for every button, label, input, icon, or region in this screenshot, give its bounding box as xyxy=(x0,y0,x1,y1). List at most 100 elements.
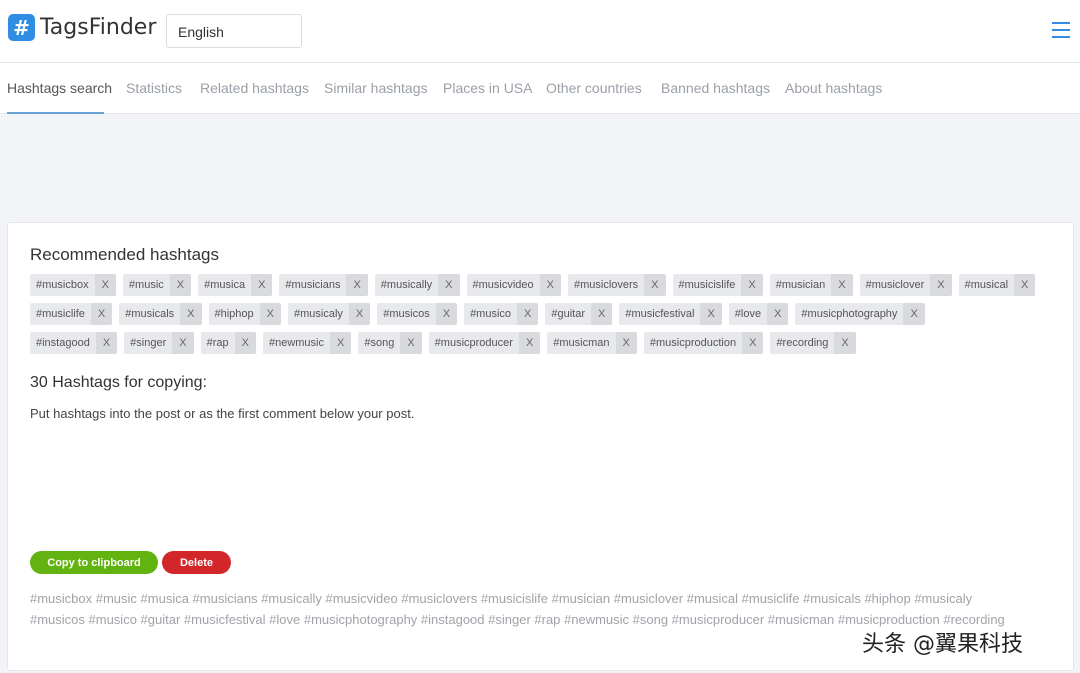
remove-hashtag-button[interactable]: X xyxy=(518,332,541,354)
nav-tabs: Hashtags search Statistics Related hasht… xyxy=(0,63,1080,114)
remove-hashtag-button[interactable]: X xyxy=(251,274,273,296)
remove-hashtag-button[interactable]: X xyxy=(234,332,256,354)
hashtag-chip-label[interactable]: #musicbox xyxy=(30,274,95,296)
hash-logo-icon: # xyxy=(8,14,35,41)
hashtag-chip-label[interactable]: #singer xyxy=(124,332,173,354)
hashtag-output-text[interactable]: #musicbox #music #musica #musicians #mus… xyxy=(30,589,1030,630)
hashtag-chip: #musicphotography X xyxy=(795,303,925,325)
hashtag-chip: #musicproduction X xyxy=(643,332,764,354)
hashtag-chip: #musicals X xyxy=(119,303,202,325)
language-select[interactable]: English xyxy=(166,14,302,48)
hashtag-chip: #musico X xyxy=(464,303,539,325)
top-bar: # TagsFinder English xyxy=(0,0,1080,63)
hashtag-chip: #musicfestival X xyxy=(619,303,722,325)
hashtag-chip-label[interactable]: #musicians xyxy=(279,274,347,296)
hashtag-chip-label[interactable]: #love xyxy=(728,303,768,325)
hashtag-chip-label[interactable]: #musicproducer xyxy=(428,332,519,354)
remove-hashtag-button[interactable]: X xyxy=(930,274,952,296)
hashtag-chip-label[interactable]: #instagood xyxy=(30,332,96,354)
hashtag-chip-label[interactable]: #song xyxy=(358,332,401,354)
hashtag-chip-label[interactable]: #musicaly xyxy=(288,303,349,325)
logo[interactable]: # TagsFinder xyxy=(8,14,156,41)
hashtag-chip-label[interactable]: #musiclovers xyxy=(567,274,645,296)
tab-other-countries[interactable]: Other countries xyxy=(546,80,642,96)
hashtag-chip-label[interactable]: #rap xyxy=(200,332,235,354)
remove-hashtag-button[interactable]: X xyxy=(615,332,637,354)
hashtag-chip-label[interactable]: #musico xyxy=(464,303,518,325)
remove-hashtag-button[interactable]: X xyxy=(94,274,116,296)
hashtag-chip-label[interactable]: #musicphotography xyxy=(795,303,904,325)
tab-banned-hashtags[interactable]: Banned hashtags xyxy=(661,80,770,96)
remove-hashtag-button[interactable]: X xyxy=(767,303,789,325)
remove-hashtag-button[interactable]: X xyxy=(346,274,368,296)
copy-to-clipboard-button[interactable]: Copy to clipboard xyxy=(30,551,158,574)
instruction-text: Put hashtags into the post or as the fir… xyxy=(30,406,415,421)
remove-hashtag-button[interactable]: X xyxy=(831,274,853,296)
remove-hashtag-button[interactable]: X xyxy=(400,332,422,354)
hashtag-chip: #instagood X xyxy=(30,332,118,354)
tab-similar-hashtags[interactable]: Similar hashtags xyxy=(324,80,428,96)
hashtag-chip: #musicos X xyxy=(377,303,458,325)
hashtag-chip: #recording X xyxy=(770,332,856,354)
remove-hashtag-button[interactable]: X xyxy=(1014,274,1036,296)
hashtag-chip-label[interactable]: #musicals xyxy=(119,303,181,325)
hashtag-chip-label[interactable]: #musicos xyxy=(377,303,436,325)
hashtag-chip: #musicians X xyxy=(279,274,368,296)
delete-button[interactable]: Delete xyxy=(162,551,231,574)
hashtag-chip-label[interactable]: #musica xyxy=(198,274,252,296)
copy-title: 30 Hashtags for copying: xyxy=(30,374,207,391)
hashtag-chip: #musicbox X xyxy=(30,274,116,296)
remove-hashtag-button[interactable]: X xyxy=(169,274,192,296)
hashtag-chip-label[interactable]: #recording xyxy=(770,332,835,354)
hashtag-chip-label[interactable]: #hiphop xyxy=(208,303,260,325)
tag-row: #instagood X #singer X #rap X #newmusic X #song X… xyxy=(30,332,1060,354)
hashtag-chip-label[interactable]: #guitar xyxy=(545,303,592,325)
hashtag-chip-label[interactable]: #musical xyxy=(958,274,1015,296)
hashtag-chip-label[interactable]: #musicman xyxy=(547,332,616,354)
tab-related-hashtags[interactable]: Related hashtags xyxy=(200,80,309,96)
hashtag-chip: #musician X xyxy=(769,274,853,296)
remove-hashtag-button[interactable]: X xyxy=(644,274,666,296)
active-tab-indicator xyxy=(7,112,104,114)
remove-hashtag-button[interactable]: X xyxy=(834,332,856,354)
tab-hashtags-search[interactable]: Hashtags search xyxy=(7,80,112,96)
hashtag-chip: #musiclover X xyxy=(859,274,952,296)
remove-hashtag-button[interactable]: X xyxy=(95,332,118,354)
remove-hashtag-button[interactable]: X xyxy=(330,332,352,354)
remove-hashtag-button[interactable]: X xyxy=(438,274,460,296)
remove-hashtag-button[interactable]: X xyxy=(517,303,539,325)
hashtag-chip-label[interactable]: #musician xyxy=(769,274,832,296)
hashtag-chip-label[interactable]: #newmusic xyxy=(262,332,330,354)
hashtag-chip-label[interactable]: #musically xyxy=(374,274,439,296)
hashtag-chip: #rap X xyxy=(200,332,256,354)
hashtag-chip-label[interactable]: #musiclover xyxy=(859,274,931,296)
remove-hashtag-button[interactable]: X xyxy=(903,303,925,325)
remove-hashtag-button[interactable]: X xyxy=(700,303,722,325)
remove-hashtag-button[interactable]: X xyxy=(90,303,113,325)
tab-statistics[interactable]: Statistics xyxy=(126,80,182,96)
remove-hashtag-button[interactable]: X xyxy=(180,303,202,325)
hashtag-chip: #hiphop X xyxy=(208,303,281,325)
hashtag-chip-label[interactable]: #musicislife xyxy=(672,274,742,296)
hashtag-chip-label[interactable]: #musicfestival xyxy=(619,303,701,325)
hamburger-menu-icon[interactable] xyxy=(1052,22,1070,40)
hashtag-chip: #musicislife X xyxy=(672,274,763,296)
remove-hashtag-button[interactable]: X xyxy=(591,303,613,325)
hashtag-chip: #musiclife X xyxy=(30,303,113,325)
remove-hashtag-button[interactable]: X xyxy=(741,274,763,296)
remove-hashtag-button[interactable]: X xyxy=(348,303,371,325)
hashtag-chip: #musica X xyxy=(198,274,273,296)
hashtag-chip-label[interactable]: #musicvideo xyxy=(466,274,540,296)
hashtag-chip: #guitar X xyxy=(545,303,613,325)
remove-hashtag-button[interactable]: X xyxy=(742,332,764,354)
hashtag-chip-label[interactable]: #musicproduction xyxy=(643,332,743,354)
tab-places-in-usa[interactable]: Places in USA xyxy=(443,80,532,96)
remove-hashtag-button[interactable]: X xyxy=(435,303,458,325)
remove-hashtag-button[interactable]: X xyxy=(539,274,561,296)
tab-about-hashtags[interactable]: About hashtags xyxy=(785,80,882,96)
tag-list: #musicbox X #music X #musica X #musicians X #mus… xyxy=(30,274,1060,361)
hashtag-chip-label[interactable]: #musiclife xyxy=(30,303,91,325)
remove-hashtag-button[interactable]: X xyxy=(172,332,194,354)
hashtag-chip-label[interactable]: #music xyxy=(122,274,170,296)
remove-hashtag-button[interactable]: X xyxy=(259,303,281,325)
